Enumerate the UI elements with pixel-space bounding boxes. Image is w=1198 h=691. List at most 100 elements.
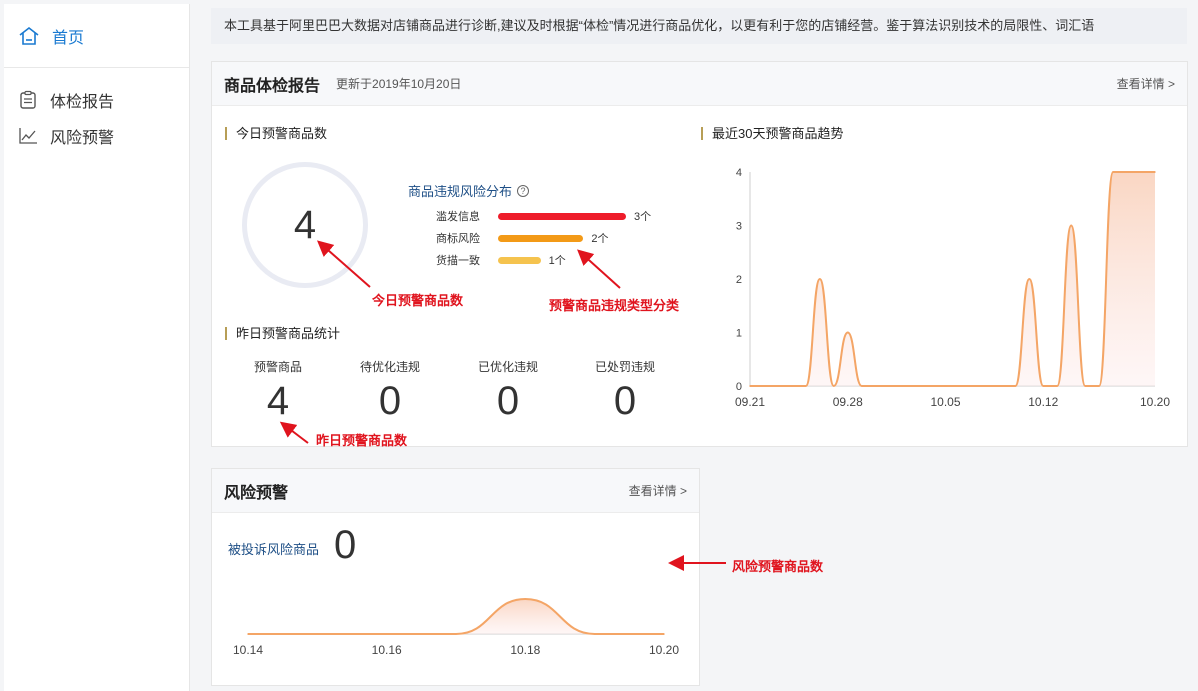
dist-label: 滥发信息	[436, 211, 480, 223]
x-tick-label: 10.20	[649, 643, 679, 657]
y-tick-label: 4	[736, 167, 742, 179]
data-point	[972, 385, 975, 387]
dist-value: 1个	[548, 255, 566, 267]
data-point	[1014, 385, 1017, 387]
x-tick-label: 10.16	[372, 643, 402, 657]
data-point	[791, 385, 793, 387]
data-point	[524, 598, 527, 600]
sidebar-item-home[interactable]: 首页	[4, 4, 189, 68]
data-point	[593, 633, 596, 635]
stat-value: 0	[496, 379, 520, 423]
trend-icon	[19, 128, 37, 144]
risk-panel-header: 风险预警 查看详情 >	[212, 469, 699, 513]
stat-label: 预警商品	[253, 360, 302, 374]
data-point	[763, 385, 765, 387]
dist-bar	[498, 234, 584, 242]
data-point	[930, 385, 933, 387]
stat-label: 待优化违规	[359, 360, 420, 374]
data-point	[1140, 171, 1142, 173]
x-tick-label: 10.12	[1028, 395, 1058, 409]
report-detail-link[interactable]: 查看详情 >	[1117, 75, 1175, 92]
data-point	[832, 385, 835, 387]
data-point	[1028, 278, 1031, 280]
y-tick-label: 2	[736, 274, 742, 286]
y-tick-label: 0	[736, 381, 742, 393]
data-point	[455, 633, 457, 635]
risk-detail-link[interactable]: 查看详情 >	[629, 482, 687, 499]
sidebar-item-report[interactable]: 体检报告	[4, 82, 189, 118]
data-point	[1154, 171, 1156, 173]
series-line	[248, 597, 664, 635]
stat-label: 已优化违规	[477, 360, 538, 374]
sidebar-item-risk-label: 风险预警	[50, 130, 115, 147]
data-point	[749, 385, 751, 387]
data-point	[777, 385, 779, 387]
data-point	[1070, 224, 1073, 227]
risk-chart: 10.14 10.16 10.18 10.20	[233, 597, 679, 657]
today-section-title: 今日预警商品数	[225, 127, 327, 140]
x-tick-label: 10.05	[931, 395, 961, 409]
data-point	[860, 385, 863, 387]
today-count: 4	[293, 202, 317, 247]
data-point	[1000, 385, 1003, 387]
sidebar-item-report-label: 体检报告	[50, 94, 115, 111]
data-point	[819, 278, 821, 280]
annotation-yesterday: 昨日预警商品数	[316, 433, 408, 448]
dist-bar	[498, 212, 626, 220]
home-icon	[19, 26, 39, 45]
stat-pending: 待优化违规 0	[340, 358, 440, 424]
x-tick-label: 10.14	[233, 643, 263, 657]
data-point	[663, 633, 665, 635]
dist-title-text: 商品违规风险分布	[408, 184, 513, 199]
y-tick-label: 1	[736, 328, 742, 340]
series-area	[248, 599, 664, 634]
x-tick-label: 09.21	[735, 395, 765, 409]
stat-optimized: 已优化违规 0	[458, 358, 558, 424]
data-point	[316, 633, 319, 635]
data-point	[805, 385, 807, 387]
stat-warning: 预警商品 4	[228, 358, 328, 424]
stat-value: 4	[266, 379, 290, 423]
report-icon	[20, 90, 36, 109]
sidebar-item-risk[interactable]: 风险预警	[4, 118, 189, 154]
dist-label: 货描一致	[436, 255, 480, 267]
data-point	[916, 385, 919, 387]
dist-bar	[498, 256, 541, 264]
help-icon[interactable]: ?	[517, 184, 530, 197]
annotation-types: 预警商品违规类型分类	[549, 298, 680, 313]
dist-value: 2个	[591, 233, 609, 245]
stat-label: 已处罚违规	[594, 360, 655, 374]
risk-title: 风险预警	[224, 484, 289, 502]
series-line	[749, 171, 1155, 388]
dist-row: 滥发信息 3个	[436, 208, 651, 224]
data-point	[1112, 171, 1114, 173]
dist-label: 商标风险	[436, 233, 480, 245]
data-point	[1084, 385, 1086, 387]
x-tick-label: 10.20	[1140, 395, 1170, 409]
annotation-today: 今日预警商品数	[372, 293, 464, 308]
dist-title: 商品违规风险分布 ?	[408, 181, 530, 200]
annotation-risk: 风险预警商品数	[732, 559, 824, 574]
risk-label: 被投诉风险商品	[228, 542, 320, 557]
risk-panel: 风险预警 查看详情 > 被投诉风险商品 0 10.14 10.16 10.18 10.…	[211, 468, 700, 686]
x-tick-label: 10.18	[510, 643, 540, 657]
data-point	[1098, 385, 1100, 387]
data-point	[1056, 385, 1059, 387]
dist-row: 货描一致 1个	[436, 252, 566, 268]
dist-row: 商标风险 2个	[436, 230, 608, 246]
data-point	[902, 385, 905, 387]
data-point	[1126, 171, 1128, 173]
yesterday-section-title: 昨日预警商品统计	[225, 327, 340, 340]
y-tick-label: 3	[736, 221, 742, 233]
risk-value: 0	[334, 523, 357, 567]
report-title: 商品体检报告	[224, 77, 321, 95]
today-count-circle: 4	[242, 162, 368, 288]
data-point	[944, 385, 947, 387]
trend-section-title: 最近30天预警商品趋势	[701, 127, 843, 140]
report-updated: 更新于2019年10月20日	[336, 77, 462, 91]
report-panel: 商品体检报告 更新于2019年10月20日 查看详情 > 今日预警商品数 4 商…	[211, 61, 1188, 447]
report-panel-header: 商品体检报告 更新于2019年10月20日 查看详情 >	[212, 62, 1187, 106]
sidebar: 首页 体检报告 风险预警	[4, 4, 190, 691]
x-tick-label: 09.28	[833, 395, 863, 409]
data-point	[986, 385, 989, 387]
